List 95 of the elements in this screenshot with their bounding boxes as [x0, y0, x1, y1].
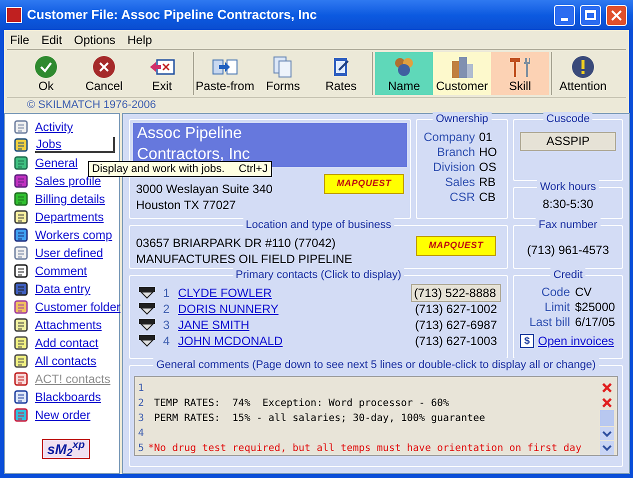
dollar-icon: $	[520, 334, 534, 348]
sidebar-link[interactable]: User defined	[35, 246, 104, 260]
sidebar-link[interactable]: New order	[35, 408, 90, 422]
work-hours-value: 8:30-5:30	[542, 197, 594, 213]
sidebar-link[interactable]: Customer folder	[35, 300, 120, 314]
document-icon	[13, 245, 29, 261]
comment-line: TEMP RATES: 74% Exception: Word processor - 60%	[153, 397, 450, 411]
contact-link[interactable]: CLYDE FOWLER	[178, 284, 411, 302]
sidebar-link[interactable]: All contacts	[35, 354, 96, 368]
field-value: $25000	[575, 300, 616, 315]
mapquest-button[interactable]: MAPQUEST	[324, 174, 404, 194]
comment-line: PERM RATES: 15% - all salaries; 30-day, 100% guarantee	[153, 412, 486, 426]
field-value: CB	[479, 190, 497, 205]
contact-phone[interactable]: (713) 522-8888	[411, 284, 501, 302]
sidebar-link[interactable]: Activity	[35, 120, 74, 134]
contact-link[interactable]: DORIS NUNNERY	[178, 300, 411, 318]
sidebar-link[interactable]: Workers comp	[35, 228, 112, 242]
buildings-icon	[449, 54, 475, 78]
page-down-icon[interactable]	[600, 441, 614, 455]
fax-number: (713) 961-4573	[526, 242, 610, 258]
scrollbar-thumb[interactable]	[600, 410, 614, 426]
line-number: 1	[138, 382, 146, 396]
comments-box[interactable]: 1 2 TEMP RATES: 74% Exception: Word processor - 60% 3 PERM RATES: 15% - all salaries; 30-day, 100% guarantee 4 5 *No drug test required, but all temps must have orientation on first day	[134, 376, 618, 456]
sidebar-link[interactable]: Billing details	[35, 192, 106, 206]
field-label: Sales	[444, 175, 475, 190]
group-title: Primary contacts (Click to display)	[232, 268, 404, 282]
field-label: Division	[432, 160, 475, 175]
group-title: General comments (Page down to see next 5 lines or double-click to display all or change)	[153, 358, 599, 372]
minimize-button[interactable]	[554, 4, 575, 26]
contact-number: 3	[163, 317, 171, 334]
toolbar-button[interactable]: Skill	[491, 52, 549, 95]
delete-icon[interactable]	[600, 381, 614, 395]
sidebar-link[interactable]: Attachments	[35, 318, 102, 332]
menu-item[interactable]: Options	[74, 30, 116, 48]
sidebar-link[interactable]: General	[35, 156, 78, 170]
app-icon	[6, 7, 22, 23]
field-label: Last bill	[528, 315, 570, 330]
cancel-icon	[91, 54, 117, 78]
field-label: CSR	[448, 190, 475, 205]
menu-item[interactable]: File	[10, 30, 30, 48]
delete-icon[interactable]	[600, 396, 614, 410]
comment-line: *No drug test required, but all temps must have orientation on first day	[148, 442, 582, 456]
contact-phone[interactable]: (713) 627-1002	[411, 301, 501, 317]
sidebar-link[interactable]: Data entry	[35, 282, 90, 296]
tooltip-text: Display and work with jobs.	[92, 162, 225, 176]
document-icon	[13, 119, 29, 135]
line-number: 5	[138, 442, 146, 456]
field-label: Code	[540, 285, 570, 300]
contact-number: 1	[163, 285, 171, 302]
copyright-text: © SKILMATCH 1976-2006	[27, 98, 156, 114]
group-title: Ownership	[432, 112, 492, 126]
field-value: HO	[479, 145, 498, 160]
sidebar-link[interactable]: Jobs	[35, 137, 115, 153]
company-name: Assoc Pipeline Contractors, Inc	[137, 124, 251, 164]
business-line: 03657 BRIARPARK DR #110 (77042)	[136, 235, 337, 251]
sidebar-link[interactable]: Blackboards	[35, 390, 102, 404]
tooltip-shortcut: Ctrl+J	[238, 162, 268, 176]
field-label: Company	[423, 130, 475, 145]
address-line: 3000 Weslayan Suite 340	[136, 181, 273, 197]
close-button[interactable]	[606, 4, 627, 26]
address-line: Houston TX 77027	[136, 197, 237, 213]
field-value: OS	[479, 160, 498, 175]
contact-link[interactable]: JANE SMITH	[178, 316, 411, 334]
mapquest-button[interactable]: MAPQUEST	[416, 236, 496, 256]
sidebar-link[interactable]: Comment	[35, 264, 88, 278]
menu-item[interactable]: Edit	[41, 30, 62, 48]
contact-phone[interactable]: (713) 627-1003	[411, 333, 501, 349]
business-line: MANUFACTURES OIL FIELD PIPELINE	[136, 251, 352, 267]
sidebar-link[interactable]: Add contact	[35, 336, 98, 350]
sidebar-link[interactable]: Sales profile	[35, 174, 102, 188]
menu-item[interactable]: Help	[127, 30, 152, 48]
field-label: Limit	[544, 300, 570, 315]
line-number: 2	[138, 397, 146, 411]
field-value: 01	[479, 130, 494, 145]
window-title: Customer File: Assoc Pipeline Contractors, Inc	[27, 6, 318, 24]
field-value: 6/17/05	[575, 315, 616, 330]
cuscode-field[interactable]: ASSPIP	[520, 132, 616, 151]
contact-link[interactable]: JOHN MCDONALD	[178, 332, 411, 350]
group-title: Location and type of business	[242, 218, 394, 232]
contact-number: 4	[163, 333, 171, 350]
field-value: CV	[575, 285, 593, 300]
maximize-button[interactable]	[580, 4, 601, 26]
toolbar-button[interactable]: Name	[375, 52, 433, 95]
field-label: Branch	[436, 145, 475, 160]
field-value: RB	[479, 175, 497, 190]
contact-phone[interactable]: (713) 627-6987	[411, 317, 501, 333]
scroll-down-icon[interactable]	[600, 426, 614, 440]
contact-number: 2	[163, 301, 171, 318]
sidebar-link[interactable]: Departments	[35, 210, 104, 224]
open-invoices-link[interactable]: Open invoices	[538, 332, 614, 350]
checkmark-icon	[33, 54, 59, 78]
toolbar-button[interactable]: Customer	[433, 52, 491, 95]
line-number: 4	[138, 427, 146, 441]
close-icon	[611, 10, 622, 20]
line-number: 3	[138, 412, 146, 426]
